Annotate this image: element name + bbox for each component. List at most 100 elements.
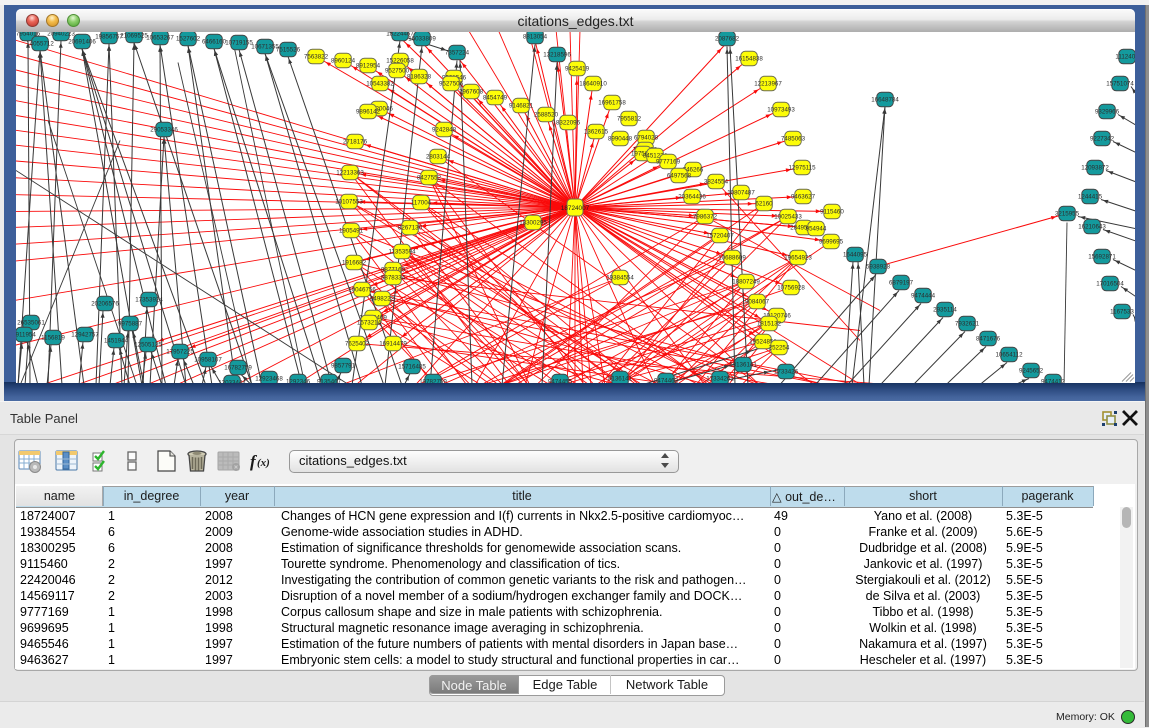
svg-text:7625402: 7625402 xyxy=(345,341,370,348)
svg-text:1156819: 1156819 xyxy=(41,335,65,342)
svg-text:1527602: 1527602 xyxy=(176,36,201,43)
svg-text:10973493: 10973493 xyxy=(767,107,795,114)
svg-text:9084067: 9084067 xyxy=(745,299,770,306)
svg-text:1733426: 1733426 xyxy=(774,369,799,376)
svg-text:10756928: 10756928 xyxy=(777,285,805,292)
svg-text:10046756: 10046756 xyxy=(348,287,376,294)
svg-text:9227342: 9227342 xyxy=(1090,136,1115,143)
svg-text:12505135: 12505135 xyxy=(134,342,162,349)
svg-text:1112405: 1112405 xyxy=(1115,54,1135,61)
svg-text:2718176: 2718176 xyxy=(343,139,368,146)
svg-text:21069525: 21069525 xyxy=(120,33,148,40)
svg-text:18640910: 18640910 xyxy=(579,81,607,88)
svg-text:19384554: 19384554 xyxy=(606,275,634,282)
svg-text:9474444: 9474444 xyxy=(911,293,936,300)
svg-text:8912954: 8912954 xyxy=(356,63,381,70)
svg-text:2803144: 2803144 xyxy=(426,154,451,161)
svg-text:12033444: 12033444 xyxy=(218,380,246,383)
svg-text:3824554: 3824554 xyxy=(704,179,729,186)
svg-text:29053346: 29053346 xyxy=(150,127,178,134)
svg-text:6794028: 6794028 xyxy=(634,135,659,142)
svg-text:20691406: 20691406 xyxy=(68,39,96,46)
svg-text:5498222: 5498222 xyxy=(370,296,395,303)
svg-text:12923468: 12923468 xyxy=(255,376,283,383)
svg-text:6879197: 6879197 xyxy=(889,280,914,287)
svg-text:1815132: 1815132 xyxy=(757,321,782,328)
svg-text:7357224: 7357224 xyxy=(445,50,470,57)
svg-text:10653267: 10653267 xyxy=(146,35,174,42)
svg-text:15720407: 15720407 xyxy=(706,233,734,240)
svg-text:954944: 954944 xyxy=(806,226,827,233)
svg-text:9474455: 9474455 xyxy=(548,379,573,383)
svg-text:8813054: 8813054 xyxy=(523,34,548,41)
svg-text:9474412: 9474412 xyxy=(1041,379,1066,383)
svg-text:1362615: 1362615 xyxy=(584,129,609,136)
svg-text:9242848: 9242848 xyxy=(432,127,457,134)
svg-text:9115460: 9115460 xyxy=(820,209,844,216)
svg-text:16033809: 16033809 xyxy=(408,36,436,43)
svg-text:12942757: 12942757 xyxy=(71,332,99,339)
svg-text:16961758: 16961758 xyxy=(598,100,626,107)
svg-text:12975115: 12975115 xyxy=(788,165,816,172)
svg-text:62160: 62160 xyxy=(755,201,773,208)
svg-text:19856757: 19856757 xyxy=(95,34,123,41)
svg-text:10807487: 10807487 xyxy=(727,190,755,197)
svg-text:9463627: 9463627 xyxy=(791,194,816,201)
svg-text:16648784: 16648784 xyxy=(871,97,899,104)
svg-text:10543382: 10543382 xyxy=(366,81,394,88)
svg-text:14055712: 14055712 xyxy=(26,41,54,48)
svg-text:16210643: 16210643 xyxy=(1078,224,1106,231)
svg-text:13218596: 13218596 xyxy=(543,52,571,59)
svg-text:8186328: 8186328 xyxy=(407,74,432,81)
svg-text:9975887: 9975887 xyxy=(118,321,143,328)
svg-text:17334261: 17334261 xyxy=(706,376,734,383)
svg-text:9146821: 9146821 xyxy=(509,103,534,110)
svg-text:9527506: 9527506 xyxy=(439,81,464,88)
svg-text:10654112: 10654112 xyxy=(995,352,1023,359)
svg-text:8454749: 8454749 xyxy=(483,95,508,102)
svg-text:16914479: 16914479 xyxy=(379,341,407,348)
svg-text:9527500: 9527500 xyxy=(385,68,410,75)
svg-text:12093872: 12093872 xyxy=(1081,165,1109,172)
svg-text:9329966: 9329966 xyxy=(1095,109,1120,116)
svg-text:7485063: 7485063 xyxy=(781,136,806,143)
svg-text:1244415: 1244415 xyxy=(1078,194,1103,201)
svg-text:1451944: 1451944 xyxy=(104,338,129,345)
svg-text:1644095: 1644095 xyxy=(843,252,868,259)
svg-text:10782759: 10782759 xyxy=(419,379,447,383)
svg-text:2588520: 2588520 xyxy=(534,112,559,119)
svg-text:16782759: 16782759 xyxy=(224,365,252,372)
svg-text:9857791: 9857791 xyxy=(331,363,356,370)
svg-text:9777169: 9777169 xyxy=(656,159,681,166)
svg-text:18136141: 18136141 xyxy=(729,362,757,369)
svg-text:7986372: 7986372 xyxy=(693,214,718,221)
svg-text:252254: 252254 xyxy=(769,345,790,352)
svg-text:1573214: 1573214 xyxy=(357,320,382,327)
svg-text:6497568: 6497568 xyxy=(667,173,692,180)
svg-text:26535061: 26535061 xyxy=(17,320,45,327)
svg-text:20206576: 20206576 xyxy=(91,301,119,308)
svg-text:20364436: 20364436 xyxy=(678,194,706,201)
svg-text:8136141: 8136141 xyxy=(608,376,633,383)
svg-text:2935114: 2935114 xyxy=(933,307,957,314)
svg-text:1916682: 1916682 xyxy=(342,260,367,267)
svg-text:5878334: 5878334 xyxy=(381,275,406,282)
svg-text:1905491: 1905491 xyxy=(339,228,364,235)
svg-text:8322096: 8322096 xyxy=(556,120,581,127)
svg-text:20940223: 20940223 xyxy=(47,32,75,38)
svg-text:2967608: 2967608 xyxy=(459,89,484,96)
svg-text:10688609: 10688609 xyxy=(718,255,746,262)
svg-text:10025433: 10025433 xyxy=(774,214,802,221)
svg-text:9135467: 9135467 xyxy=(317,379,342,383)
svg-text:8960124: 8960124 xyxy=(331,58,356,65)
svg-text:9425419: 9425419 xyxy=(565,66,590,73)
svg-text:10719155: 10719155 xyxy=(225,40,253,47)
svg-text:12213967: 12213967 xyxy=(754,81,782,88)
svg-text:15716485: 15716485 xyxy=(398,364,426,371)
svg-text:6466160: 6466160 xyxy=(202,39,227,46)
svg-text:7932621: 7932621 xyxy=(955,321,980,328)
svg-text:8267130: 8267130 xyxy=(398,225,423,232)
svg-text:17353924: 17353924 xyxy=(135,297,163,304)
svg-text:12213363: 12213363 xyxy=(336,170,364,177)
svg-text:3215955: 3215955 xyxy=(1055,211,1080,218)
